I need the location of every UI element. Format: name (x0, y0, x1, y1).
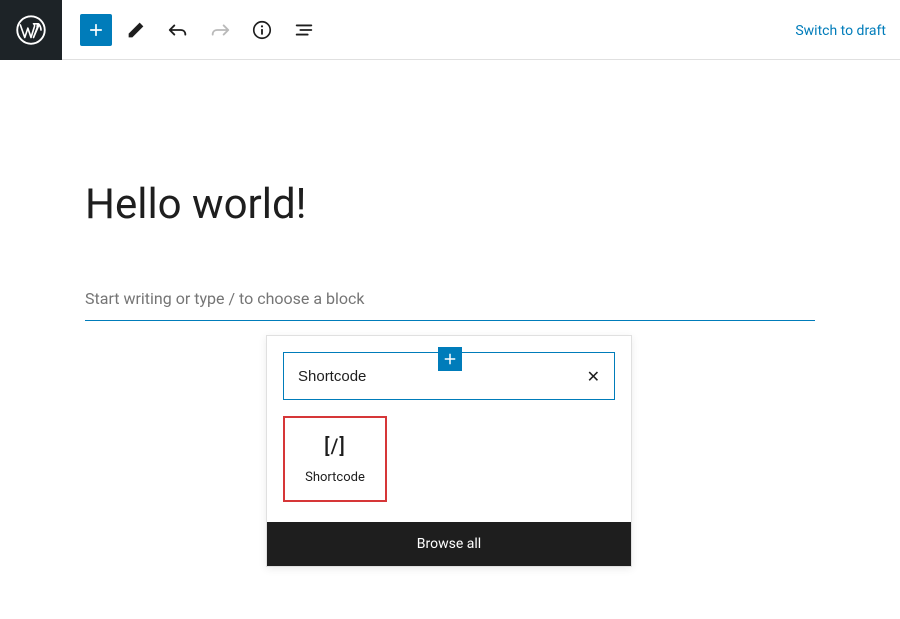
close-icon[interactable]: ✕ (587, 367, 600, 386)
toolbar-left-group (62, 12, 322, 48)
block-placeholder[interactable]: Start writing or type / to choose a bloc… (85, 289, 815, 321)
editor-toolbar: Switch to draft (0, 0, 900, 60)
browse-all-button[interactable]: Browse all (267, 522, 631, 566)
edit-tool-button[interactable] (118, 12, 154, 48)
block-item-label: Shortcode (305, 470, 365, 485)
editor-content: Hello world! Start writing or type / to … (85, 180, 815, 321)
inline-add-block-button[interactable] (438, 347, 462, 371)
shortcode-icon: [/] (324, 434, 346, 458)
switch-to-draft-link[interactable]: Switch to draft (795, 23, 886, 39)
editor-canvas: Hello world! Start writing or type / to … (0, 60, 900, 321)
post-title[interactable]: Hello world! (85, 180, 815, 229)
undo-button[interactable] (160, 12, 196, 48)
add-block-button[interactable] (80, 14, 112, 46)
inserter-results: [/] Shortcode (267, 416, 631, 522)
list-view-button[interactable] (286, 12, 322, 48)
redo-button (202, 12, 238, 48)
info-button[interactable] (244, 12, 280, 48)
wordpress-logo[interactable] (0, 0, 62, 60)
toolbar-right-group: Switch to draft (795, 20, 900, 39)
block-item-shortcode[interactable]: [/] Shortcode (283, 416, 387, 502)
